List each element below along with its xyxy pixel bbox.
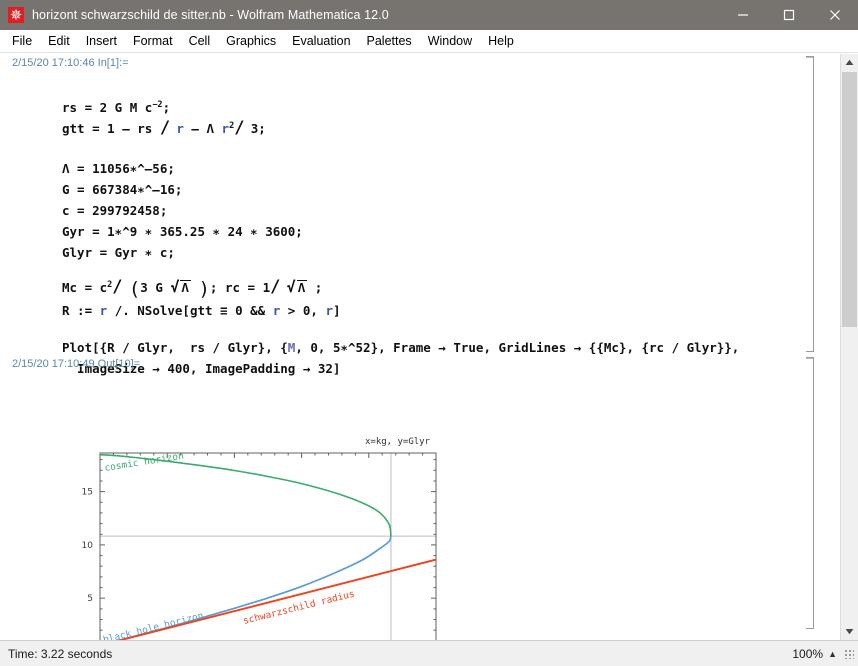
vertical-scrollbar[interactable] xyxy=(840,54,858,640)
y-tick-label-5: 5 xyxy=(87,594,93,604)
zoom-level-label[interactable]: 100% xyxy=(792,647,823,661)
y-axis-ticks-right xyxy=(431,459,436,631)
menu-item-insert[interactable]: Insert xyxy=(78,31,125,52)
output-cell-bracket[interactable] xyxy=(805,357,814,629)
maximize-button[interactable] xyxy=(766,0,812,30)
menu-item-edit[interactable]: Edit xyxy=(40,31,78,52)
close-button[interactable] xyxy=(812,0,858,30)
scroll-up-arrow-icon[interactable] xyxy=(841,54,858,71)
plot-svg: x=kg, y=Glyr 5 10 15 cosmic horizon blac… xyxy=(82,437,437,640)
window-title: horizont schwarzschild de sitter.nb - Wo… xyxy=(32,8,389,22)
y-tick-label-10: 10 xyxy=(82,541,94,551)
y-axis-ticks xyxy=(100,459,105,631)
input-cell-label[interactable]: 2/15/20 17:10:46 In[1]:= xyxy=(12,57,129,69)
mathematica-spikey-icon: ✵ xyxy=(8,6,24,24)
scroll-down-arrow-icon[interactable] xyxy=(841,623,858,640)
y-tick-label-15: 15 xyxy=(82,488,93,498)
menu-item-window[interactable]: Window xyxy=(420,31,480,52)
status-bar: Time: 3.22 seconds 100% ▲ xyxy=(0,640,858,666)
plot-graphic[interactable]: x=kg, y=Glyr 5 10 15 cosmic horizon blac… xyxy=(68,432,468,640)
menu-item-help[interactable]: Help xyxy=(480,31,522,52)
menu-item-palettes[interactable]: Palettes xyxy=(359,31,420,52)
menu-item-cell[interactable]: Cell xyxy=(181,31,219,52)
annotation-cosmic-horizon: cosmic horizon xyxy=(104,451,185,474)
zoom-caret-icon[interactable]: ▲ xyxy=(828,649,837,659)
evaluation-time-label: Time: 3.22 seconds xyxy=(8,646,113,661)
menu-item-graphics[interactable]: Graphics xyxy=(218,31,284,52)
notebook-canvas[interactable]: 2/15/20 17:10:46 In[1]:= rs = 2 G M c−2;… xyxy=(0,54,840,640)
code-line-gtt: gtt = 1 – rs / r – Λ r2/ 3; xyxy=(62,117,266,138)
status-bar-right: 100% ▲ xyxy=(792,647,854,661)
menu-item-file[interactable]: File xyxy=(4,31,40,52)
resize-grip-icon[interactable] xyxy=(844,648,854,659)
window-controls xyxy=(720,0,858,30)
scrollbar-thumb[interactable] xyxy=(842,72,857,327)
input-cell-bracket[interactable] xyxy=(805,56,814,352)
menu-item-evaluation[interactable]: Evaluation xyxy=(284,31,358,52)
mathematica-window: ✵ horizont schwarzschild de sitter.nb - … xyxy=(0,0,858,666)
menu-item-format[interactable]: Format xyxy=(125,31,181,52)
title-bar: ✵ horizont schwarzschild de sitter.nb - … xyxy=(0,0,858,30)
output-cell-label[interactable]: 2/15/20 17:10:49 Out[10]= xyxy=(12,358,140,370)
plot-axis-note: x=kg, y=Glyr xyxy=(365,437,431,447)
annotation-black-hole-horizon: black hole horizon xyxy=(102,610,205,640)
menu-bar: File Edit Insert Format Cell Graphics Ev… xyxy=(0,30,858,53)
minimize-button[interactable] xyxy=(720,0,766,30)
